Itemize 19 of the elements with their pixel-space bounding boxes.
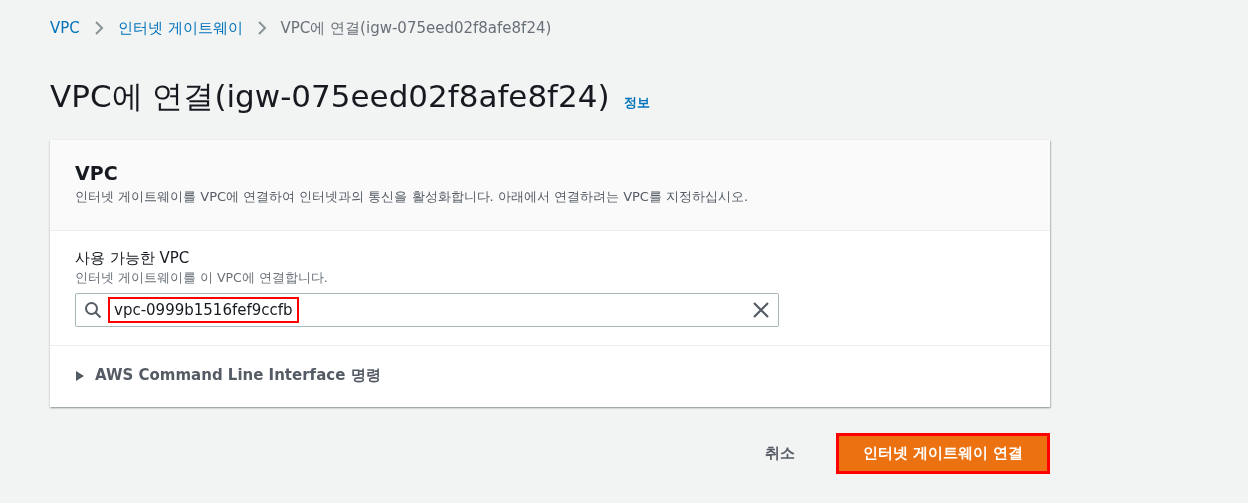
card-title: VPC	[75, 162, 119, 184]
search-icon	[84, 301, 102, 319]
connect-button[interactable]: 인터넷 게이트웨이 연결	[835, 433, 1050, 474]
close-icon[interactable]	[752, 301, 770, 319]
info-link[interactable]: 정보	[623, 94, 650, 112]
field-value: vpc-0999b1516fef9ccfb	[108, 297, 299, 323]
breadcrumb-current: VPC에 연결(igw-075eed02f8afe8f24)	[280, 18, 552, 38]
cancel-button[interactable]: 취소	[761, 433, 798, 474]
chevron-right-icon	[256, 20, 267, 36]
field-label: 사용 가능한 VPC	[75, 249, 191, 268]
caret-icon	[75, 369, 85, 382]
search-field[interactable]: vpc-0999b1516fef9ccfb	[75, 293, 779, 327]
field-hint: 인터넷 게이트웨이를 이 VPC에 연결합니다.	[75, 270, 329, 287]
breadcrumb-link[interactable]: VPC	[50, 19, 80, 37]
chevron-right-icon	[93, 20, 104, 36]
page-title: VPC에 연결(igw-075eed02f8afe8f24)	[50, 77, 610, 116]
card-description: 인터넷 게이트웨이를 VPC에 연결하여 인터넷과의 통신을 활성화합니다. 아래에서 연결하려는 VPC를 지정하십시오.	[75, 188, 750, 206]
breadcrumb-link[interactable]: 인터넷 게이트웨이	[117, 18, 243, 38]
cli-expander[interactable]: AWS Command Line Interface 명령	[75, 366, 381, 385]
